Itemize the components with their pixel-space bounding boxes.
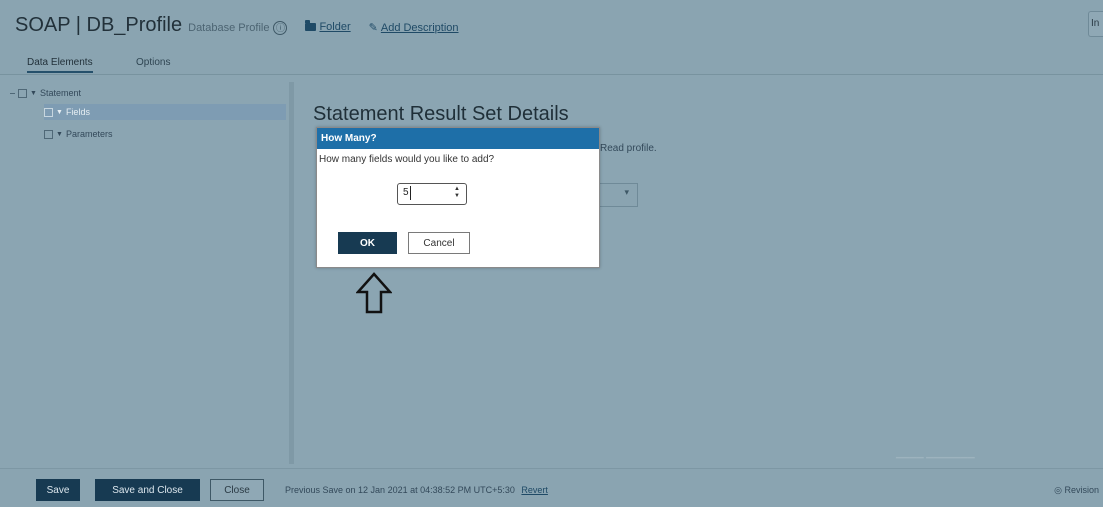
dialog-title: How Many? [317, 128, 599, 149]
details-description: Read profile. [600, 143, 657, 154]
up-arrow-icon [356, 272, 392, 314]
tree-item-parameters[interactable]: ▼ Parameters [44, 126, 112, 142]
quantity-stepper[interactable]: 5 ▲ ▼ [397, 183, 467, 205]
folder-icon [305, 20, 317, 31]
folder-link[interactable]: Folder [305, 20, 351, 33]
panel-splitter[interactable] [289, 82, 294, 464]
expand-triangle-icon[interactable]: ▼ [56, 109, 63, 116]
element-type-icon [44, 129, 53, 139]
element-tree-panel: ▼ Statement ▼ Fields ▼ Parameters [8, 82, 286, 464]
previous-save-status: Previous Save on 12 Jan 2021 at 04:38:52… [285, 485, 548, 495]
chevron-down-icon: ▾ [624, 187, 629, 197]
previous-save-text: Previous Save on 12 Jan 2021 at 04:38:52… [285, 485, 515, 495]
element-type-icon [18, 88, 27, 98]
user-menu-button[interactable]: In [1088, 11, 1103, 37]
header-bar: SOAP | DB_Profile Database Profile ⓘ Fol… [0, 0, 1103, 52]
add-description-label: Add Description [380, 21, 459, 34]
revision-icon: ◎ [1054, 485, 1062, 495]
tab-data-elements[interactable]: Data Elements [27, 57, 93, 73]
tree-item-fields[interactable]: ▼ Fields [44, 104, 286, 120]
revision-label: Revision [1064, 485, 1099, 495]
save-and-close-button[interactable]: Save and Close [95, 479, 200, 501]
add-description-link[interactable]: ✎ Add Description [368, 21, 459, 35]
element-type-icon [44, 107, 53, 117]
folder-link-label: Folder [319, 21, 351, 33]
activation-watermark: ▁▁▁▁ ▁▁▁▁▁▁▁ [896, 448, 975, 458]
title-row: SOAP | DB_Profile Database Profile ⓘ Fol… [15, 14, 459, 37]
revert-link[interactable]: Revert [521, 485, 548, 495]
tree-connector-icon [10, 92, 15, 94]
save-button[interactable]: Save [36, 479, 80, 501]
revision-link[interactable]: ◎ Revision [1054, 485, 1099, 496]
tree-item-label: Parameters [65, 129, 113, 139]
details-select[interactable]: ▾ [599, 183, 638, 207]
pencil-icon: ✎ [368, 22, 378, 34]
expand-triangle-icon[interactable]: ▼ [56, 131, 63, 138]
cancel-button[interactable]: Cancel [408, 232, 470, 254]
close-button[interactable]: Close [210, 479, 264, 501]
expand-triangle-icon[interactable]: ▼ [30, 90, 37, 97]
how-many-dialog: How Many? How many fields would you like… [316, 127, 600, 268]
ok-button[interactable]: OK [338, 232, 397, 254]
tree-item-label: Fields [65, 107, 90, 117]
tab-options[interactable]: Options [136, 57, 170, 68]
page-title: SOAP | DB_Profile [15, 14, 183, 36]
tree-item-statement[interactable]: ▼ Statement [10, 85, 81, 101]
info-icon[interactable]: ⓘ [273, 21, 288, 35]
dialog-message: How many fields would you like to add? [319, 154, 495, 165]
tab-bar: Data Elements Options [0, 52, 1103, 75]
page-subtitle: Database Profile [188, 22, 270, 34]
details-title: Statement Result Set Details [313, 103, 569, 125]
tree-item-label: Statement [39, 88, 81, 98]
quantity-value[interactable]: 5 [403, 186, 411, 200]
spinner-arrows-icon[interactable]: ▲ ▼ [454, 186, 460, 200]
footer-bar: Save Save and Close Close Previous Save … [0, 468, 1103, 507]
